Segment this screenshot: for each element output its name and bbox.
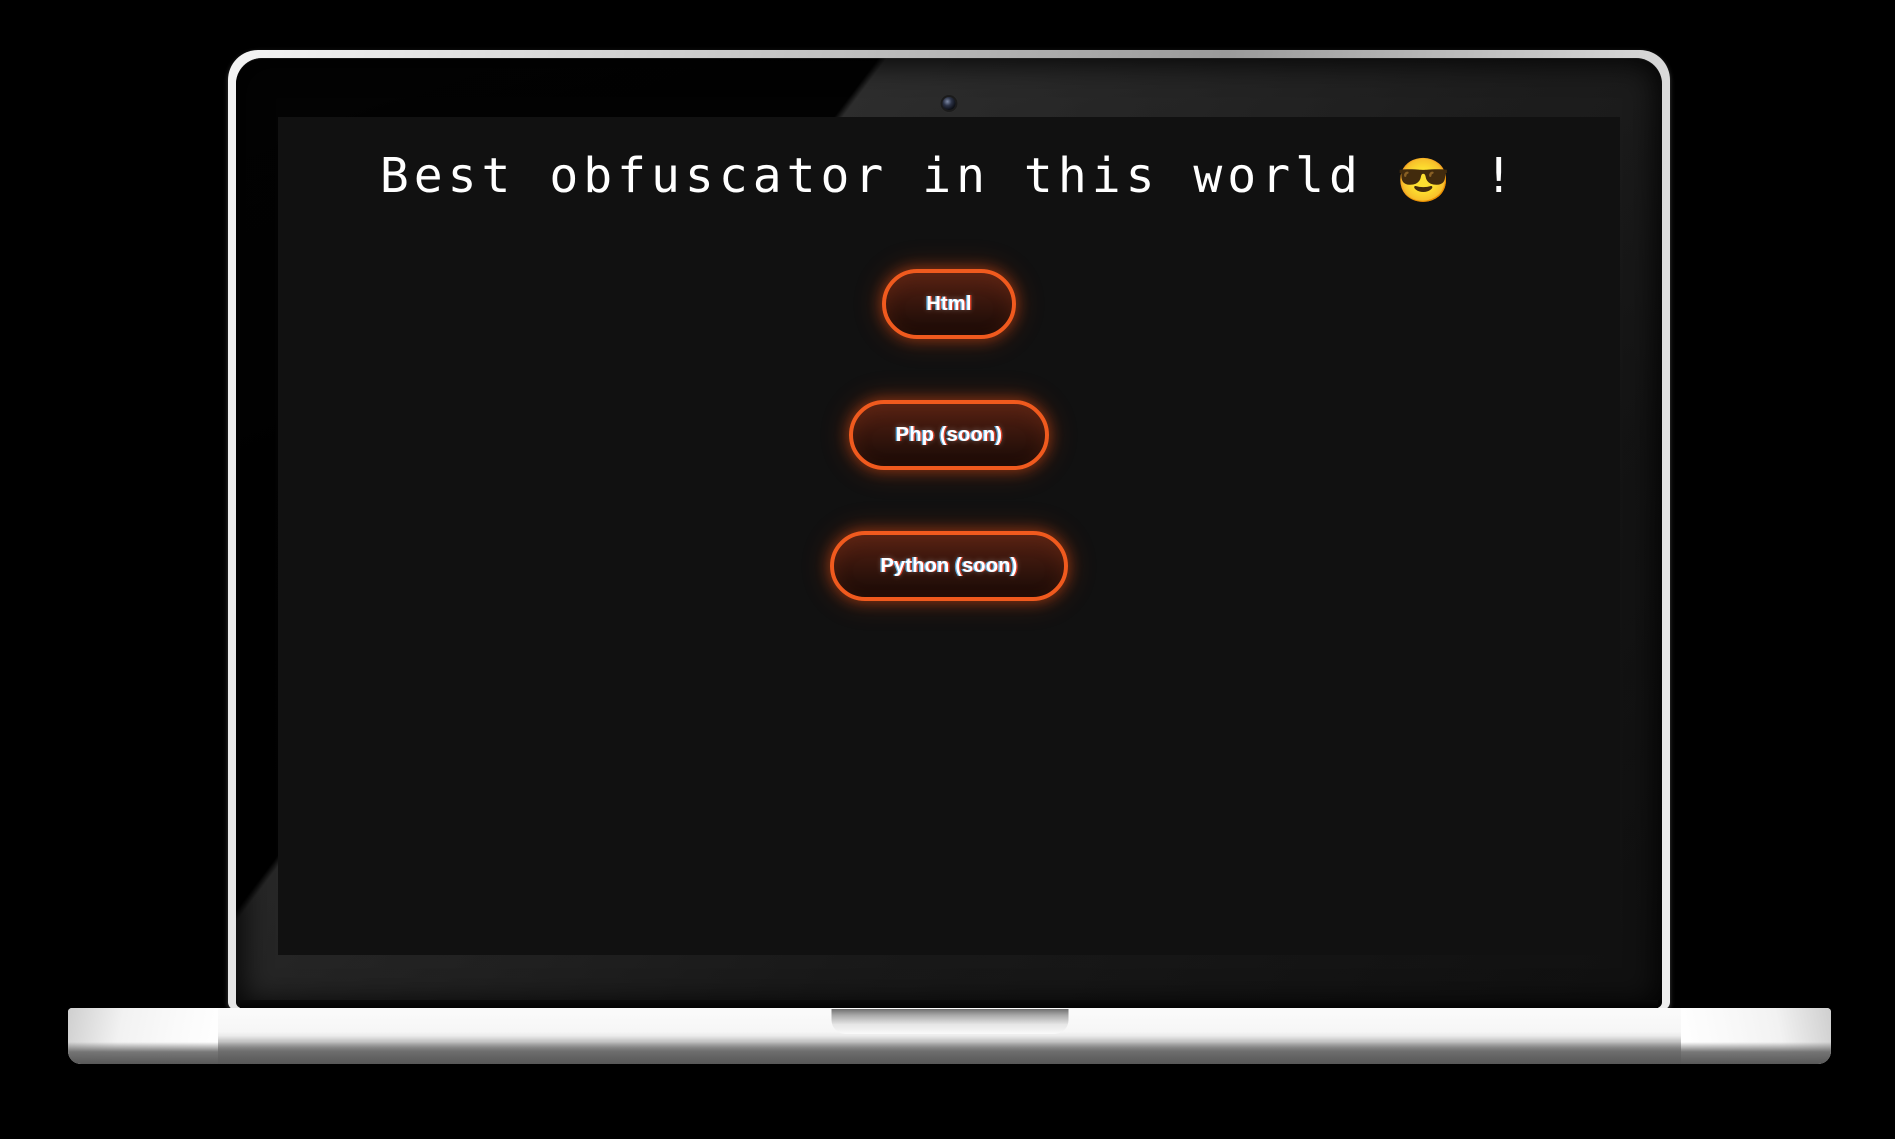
html-obfuscator-button-label: Html <box>926 292 972 315</box>
php-obfuscator-button-label: Php (soon) <box>895 423 1003 446</box>
page-title-text-before: Best obfuscator in this world <box>379 148 1397 204</box>
screenshot-stage: Best obfuscator in this world 😎 ! Html P… <box>0 0 1895 1139</box>
laptop-base <box>68 1008 1831 1064</box>
laptop-base-front-shadow <box>68 1042 1831 1064</box>
language-button-stack: Html Php (soon) Python (soon) <box>278 269 1620 601</box>
webcam-icon <box>942 97 956 110</box>
button-row: Html <box>882 269 1016 339</box>
page-title: Best obfuscator in this world 😎 ! <box>278 148 1620 208</box>
laptop-base-notch <box>831 1009 1068 1034</box>
html-obfuscator-button[interactable]: Html <box>882 269 1016 339</box>
screen-content: Best obfuscator in this world 😎 ! Html P… <box>278 117 1620 955</box>
php-obfuscator-button[interactable]: Php (soon) <box>849 400 1049 470</box>
button-row: Python (soon) <box>830 531 1068 601</box>
button-row: Php (soon) <box>849 400 1049 470</box>
page-title-text-after: ! <box>1450 148 1519 204</box>
sunglasses-face-icon: 😎 <box>1396 156 1451 206</box>
python-obfuscator-button-label: Python (soon) <box>880 554 1018 577</box>
python-obfuscator-button[interactable]: Python (soon) <box>830 531 1068 601</box>
